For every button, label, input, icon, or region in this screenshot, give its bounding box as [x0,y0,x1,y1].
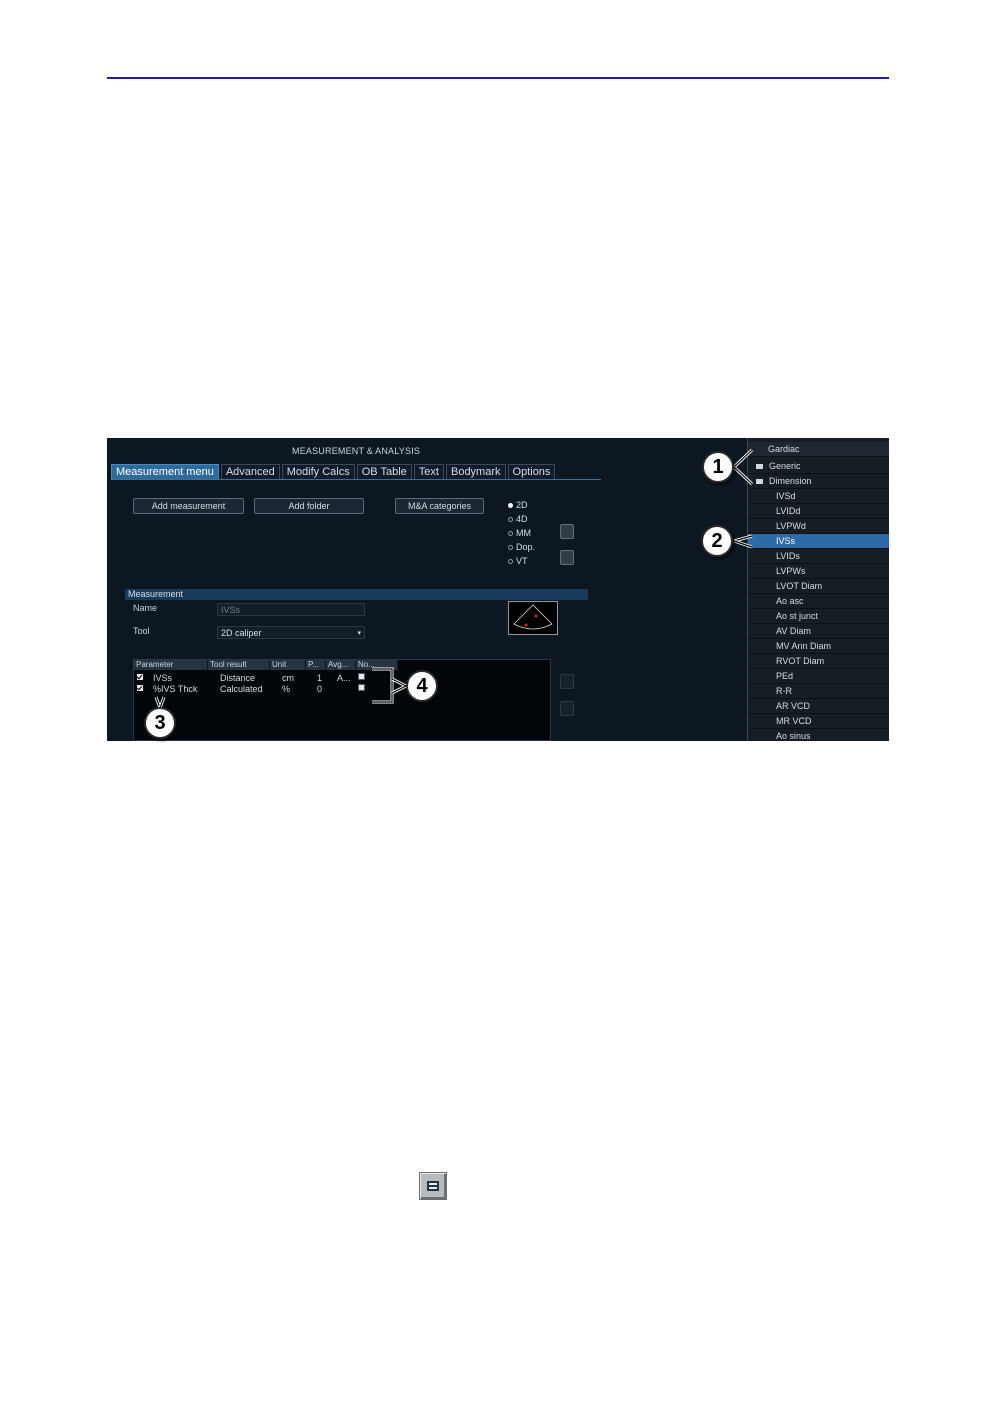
callout-3: 3 [144,707,176,739]
callout-4: 4 [406,670,438,702]
equals-icon [419,1172,447,1200]
callout-1: 1 [702,451,734,483]
callout-leader-lines [154,448,754,709]
callout-2: 2 [701,525,733,557]
